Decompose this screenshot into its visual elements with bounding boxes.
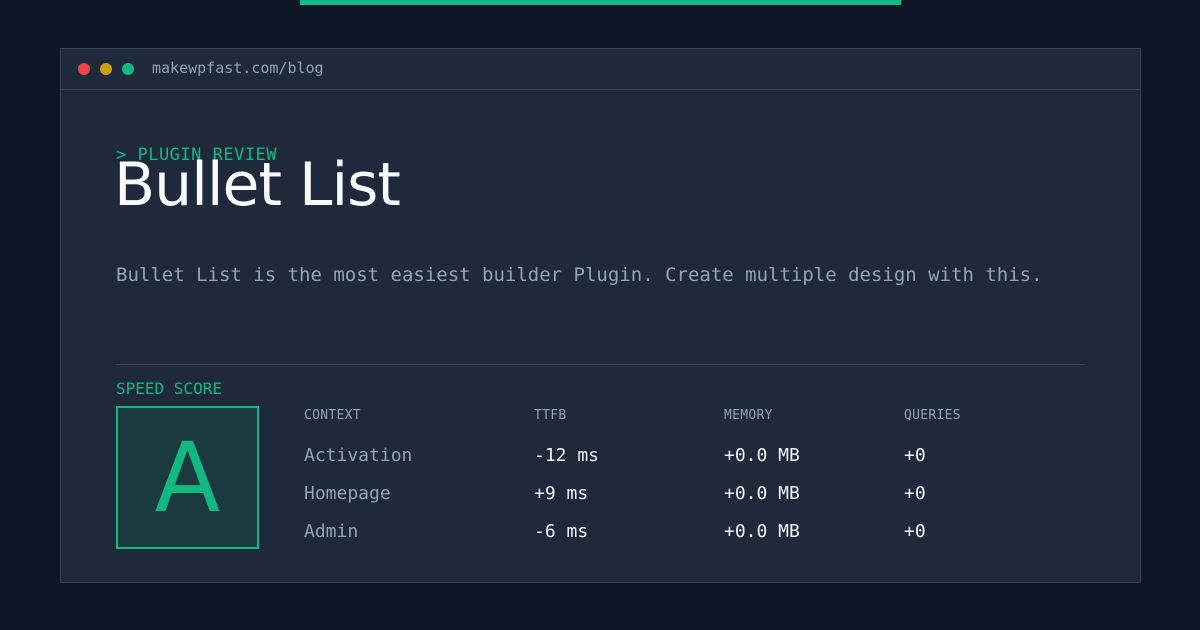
row-ttfb: +9 ms: [534, 483, 589, 504]
row-queries: +0: [904, 445, 926, 466]
maximize-dot-icon: [122, 63, 134, 75]
column-header-memory: MEMORY: [724, 408, 773, 423]
row-context: Homepage: [304, 483, 391, 504]
speed-grade: A: [154, 421, 221, 534]
top-accent-bar: [300, 0, 901, 5]
section-divider: [116, 364, 1085, 365]
column-header-ttfb: TTFB: [534, 408, 567, 423]
row-memory: +0.0 MB: [724, 483, 800, 504]
row-memory: +0.0 MB: [724, 445, 800, 466]
column-header-context: CONTEXT: [304, 408, 361, 423]
address-url: makewpfast.com/blog: [152, 59, 324, 77]
row-context: Admin: [304, 521, 359, 542]
browser-window: makewpfast.com/blog > PLUGIN REVIEW Bull…: [60, 48, 1141, 583]
column-header-queries: QUERIES: [904, 408, 961, 423]
row-ttfb: -12 ms: [534, 445, 600, 466]
row-queries: +0: [904, 521, 926, 542]
row-ttfb: -6 ms: [534, 521, 589, 542]
speed-score-label: SPEED SCORE: [116, 379, 222, 398]
row-context: Activation: [304, 445, 413, 466]
plugin-description: Bullet List is the most easiest builder …: [116, 264, 1043, 286]
row-memory: +0.0 MB: [724, 521, 800, 542]
window-titlebar: makewpfast.com/blog: [61, 49, 1140, 90]
page-title: Bullet List: [114, 150, 401, 220]
minimize-dot-icon: [100, 63, 112, 75]
speed-grade-box: A: [116, 406, 259, 549]
close-dot-icon: [78, 63, 90, 75]
row-queries: +0: [904, 483, 926, 504]
